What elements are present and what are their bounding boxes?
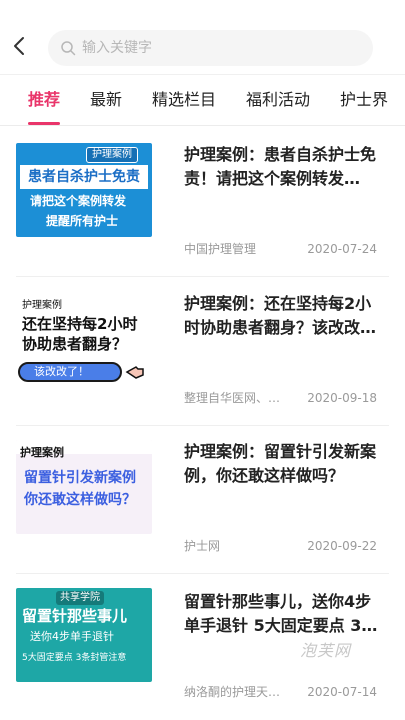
tab-featured-columns[interactable]: 精选栏目 bbox=[152, 89, 216, 111]
thumb-line: 还在坚持每2小时 bbox=[22, 315, 138, 333]
article-title[interactable]: 护理案例：患者自杀护士免责！请把这个案例转发… bbox=[184, 143, 384, 191]
thumb-line: 协助患者翻身？ bbox=[22, 335, 128, 353]
article-date: 2020-07-24 bbox=[307, 242, 377, 256]
article-source: 整理自华医网、… bbox=[184, 391, 281, 405]
article-thumbnail: 护理案例 留置针引发新案例 你还敢这样做吗？ bbox=[16, 440, 152, 534]
article-thumbnail: 护理案例 还在坚持每2小时 协助患者翻身？ 该改改了！ bbox=[16, 290, 152, 384]
article-item[interactable]: 护理案例 还在坚持每2小时 协助患者翻身？ 该改改了！ 护理案例：还在坚持每2小… bbox=[16, 276, 389, 426]
article-item[interactable]: 护理案例 患者自杀护士免责 请把这个案例转发 提醒所有护士 护理案例：患者自杀护… bbox=[16, 127, 389, 277]
article-source: 纳洛酮的护理天… bbox=[184, 685, 281, 699]
article-title[interactable]: 护理案例：留置针引发新案例，你还敢这样做吗？ bbox=[184, 440, 384, 488]
pointing-hand-icon bbox=[125, 366, 144, 379]
category-tabs: 推荐 最新 精选栏目 福利活动 护士界 bbox=[0, 74, 405, 126]
thumb-tag: 护理案例 bbox=[22, 300, 62, 311]
thumb-line: 留置针引发新案例 bbox=[24, 470, 136, 486]
thumb-line: 5大固定要点 3条封管注意 bbox=[22, 653, 127, 663]
article-date: 2020-09-22 bbox=[307, 539, 377, 553]
watermark: 泡芙网 bbox=[300, 641, 352, 660]
tab-recommend[interactable]: 推荐 bbox=[28, 89, 60, 111]
article-item[interactable]: 护理案例 留置针引发新案例 你还敢这样做吗？ 护理案例：留置针引发新案例，你还敢… bbox=[16, 424, 389, 574]
active-tab-indicator bbox=[28, 122, 60, 125]
thumb-line: 送你4步单手退针 bbox=[30, 630, 114, 643]
article-thumbnail: 护理案例 患者自杀护士免责 请把这个案例转发 提醒所有护士 bbox=[16, 143, 152, 237]
thumb-line: 提醒所有护士 bbox=[46, 214, 119, 228]
article-title[interactable]: 护理案例：还在坚持每2小时协助患者翻身？该改改… bbox=[184, 292, 384, 340]
tab-nurse-world[interactable]: 护士界 bbox=[340, 89, 388, 111]
top-bar: 输入关键字 bbox=[0, 0, 405, 74]
search-input[interactable]: 输入关键字 bbox=[48, 30, 373, 66]
thumb-line: 你还敢这样做吗？ bbox=[24, 492, 136, 508]
thumb-pill: 该改改了！ bbox=[18, 362, 122, 382]
article-source: 护士网 bbox=[184, 539, 221, 553]
thumb-tag: 护理案例 bbox=[20, 446, 64, 459]
back-arrow-icon[interactable] bbox=[8, 34, 32, 58]
thumb-line: 请把这个案例转发 bbox=[30, 194, 127, 208]
article-title[interactable]: 留置针那些事儿，送你4步单手退针 5大固定要点 3… bbox=[184, 590, 384, 638]
tab-latest[interactable]: 最新 bbox=[90, 89, 122, 111]
article-thumbnail: 共享学院 留置针那些事儿 送你4步单手退针 5大固定要点 3条封管注意 bbox=[16, 588, 152, 682]
search-icon bbox=[61, 41, 76, 56]
thumb-line: 留置针那些事儿 bbox=[22, 607, 128, 625]
article-date: 2020-07-14 bbox=[307, 685, 377, 699]
search-placeholder: 输入关键字 bbox=[82, 40, 152, 56]
thumb-line: 患者自杀护士免责 bbox=[20, 165, 148, 189]
tab-welfare-events[interactable]: 福利活动 bbox=[246, 89, 310, 111]
thumb-tag: 护理案例 bbox=[86, 147, 138, 163]
article-date: 2020-09-18 bbox=[307, 391, 377, 405]
thumb-tag: 共享学院 bbox=[56, 591, 104, 605]
article-source: 中国护理管理 bbox=[184, 242, 257, 256]
